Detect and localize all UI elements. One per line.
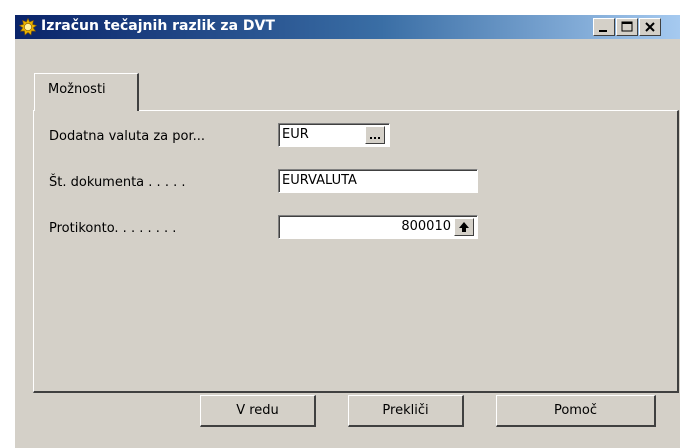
tab-options-label: Možnosti [48, 82, 106, 97]
close-button[interactable] [639, 18, 661, 36]
dialog-window: Izračun tečajnih razlik za DVT Možnosti … [14, 14, 680, 448]
gear-sun-icon [18, 17, 38, 36]
options-panel [33, 110, 679, 393]
minimize-icon [599, 30, 607, 32]
window-title: Izračun tečajnih razlik za DVT [41, 18, 275, 34]
minimize-button[interactable] [593, 18, 615, 36]
cancel-button[interactable]: Prekliči [348, 395, 464, 427]
close-icon [645, 22, 655, 32]
maximize-button[interactable] [616, 18, 638, 36]
title-bar[interactable]: Izračun tečajnih razlik za DVT [15, 15, 680, 39]
ok-button[interactable]: V redu [200, 395, 316, 427]
tab-options[interactable]: Možnosti [34, 73, 139, 111]
maximize-icon [621, 21, 633, 32]
help-button[interactable]: Pomoč [496, 395, 656, 427]
